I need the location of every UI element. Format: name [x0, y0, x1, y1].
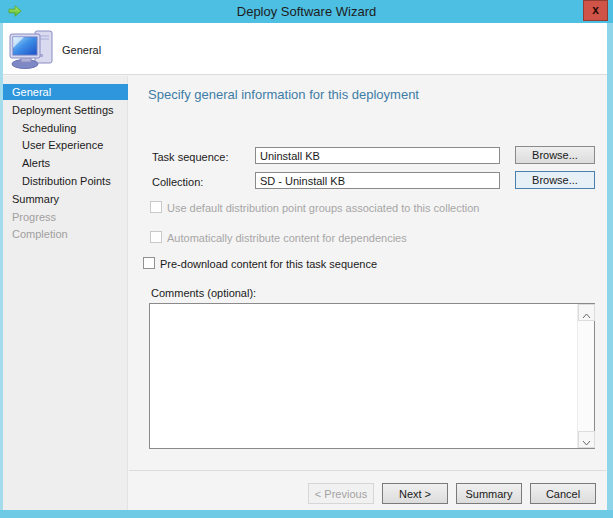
- scroll-up-button[interactable]: [578, 304, 595, 321]
- use-default-dp-groups-label: Use default distribution point groups as…: [167, 202, 479, 214]
- task-sequence-input[interactable]: [255, 147, 500, 164]
- window-border-right: [607, 23, 613, 518]
- chevron-down-icon: [582, 440, 591, 446]
- wizard-content: Specify general information for this dep…: [129, 76, 607, 510]
- sidebar-item-progress: Progress: [3, 209, 128, 225]
- sidebar-item-summary[interactable]: Summary: [3, 191, 128, 207]
- wizard-steps-sidebar: General Deployment Settings Scheduling U…: [3, 76, 128, 510]
- sidebar-item-completion: Completion: [3, 226, 128, 242]
- chevron-up-icon: [582, 313, 591, 319]
- sidebar-item-alerts[interactable]: Alerts: [3, 155, 128, 171]
- window-border-left: [0, 23, 3, 518]
- comments-textarea[interactable]: [149, 303, 595, 449]
- previous-button: < Previous: [308, 483, 374, 504]
- content-heading: Specify general information for this dep…: [148, 87, 419, 102]
- sidebar-item-scheduling[interactable]: Scheduling: [3, 120, 128, 136]
- window-border-bottom: [0, 510, 613, 518]
- cancel-button[interactable]: Cancel: [530, 483, 596, 504]
- sidebar-item-distribution-points[interactable]: Distribution Points: [3, 173, 128, 189]
- sidebar-item-user-experience[interactable]: User Experience: [3, 137, 128, 153]
- collection-browse-button[interactable]: Browse...: [515, 171, 595, 189]
- page-title: General: [62, 44, 101, 56]
- sidebar-item-general[interactable]: General: [3, 84, 128, 100]
- next-button[interactable]: Next >: [382, 483, 448, 504]
- summary-button[interactable]: Summary: [456, 483, 522, 504]
- scroll-down-button[interactable]: [578, 431, 595, 448]
- task-sequence-browse-button[interactable]: Browse...: [515, 146, 595, 164]
- wizard-page-header: General: [3, 23, 607, 75]
- auto-distribute-label: Automatically distribute content for dep…: [167, 232, 407, 244]
- sidebar-item-deployment-settings[interactable]: Deployment Settings: [3, 102, 128, 118]
- footer-divider: [129, 470, 606, 471]
- auto-distribute-checkbox: [150, 231, 162, 243]
- collection-input[interactable]: [255, 172, 500, 189]
- close-button[interactable]: x: [583, 0, 608, 21]
- comments-label: Comments (optional):: [151, 287, 256, 299]
- window-title: Deploy Software Wizard: [0, 4, 613, 19]
- pre-download-checkbox[interactable]: [143, 257, 155, 269]
- use-default-dp-groups-checkbox: [150, 201, 162, 213]
- comments-scrollbar[interactable]: [577, 304, 594, 448]
- title-bar: Deploy Software Wizard x: [0, 0, 613, 23]
- deploy-software-wizard-window: Deploy Software Wizard x General General…: [0, 0, 613, 518]
- task-sequence-label: Task sequence:: [152, 151, 228, 163]
- collection-label: Collection:: [152, 176, 203, 188]
- pre-download-label: Pre-download content for this task seque…: [160, 258, 377, 270]
- computer-icon: [9, 28, 55, 70]
